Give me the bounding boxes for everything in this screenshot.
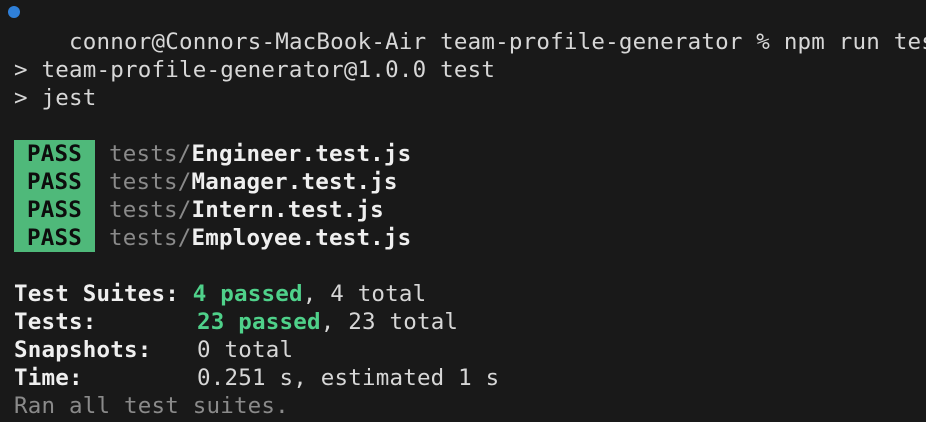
test-file: Manager.test.js bbox=[191, 169, 398, 195]
summary-suites-line: Test Suites: 4 passed, 4 total bbox=[14, 280, 426, 308]
pass-badge: PASS bbox=[14, 196, 95, 224]
test-dir: tests/ bbox=[109, 169, 192, 195]
test-file: Intern.test.js bbox=[191, 197, 384, 223]
summary-snapshots-line: Snapshots: 0 total bbox=[14, 336, 293, 364]
test-file: Employee.test.js bbox=[191, 225, 412, 251]
summary-footer: Ran all test suites. bbox=[14, 393, 289, 419]
time-value: 0.251 s, estimated 1 s bbox=[197, 365, 500, 391]
test-result-row: PASS tests/Intern.test.js bbox=[14, 196, 384, 224]
test-result-row: PASS tests/Employee.test.js bbox=[14, 224, 411, 252]
test-file: Engineer.test.js bbox=[191, 141, 412, 167]
prompt-status-dot bbox=[8, 6, 20, 18]
test-result-row: PASS tests/Manager.test.js bbox=[14, 168, 398, 196]
tests-total: , 23 total bbox=[320, 309, 459, 335]
suites-total: , 4 total bbox=[302, 281, 427, 307]
command-prompt-line: connor@Connors-MacBook-Air team-profile-… bbox=[8, 0, 926, 55]
prompt-context: connor@Connors-MacBook-Air team-profile-… bbox=[69, 29, 771, 55]
test-dir: tests/ bbox=[109, 141, 192, 167]
pass-badge: PASS bbox=[14, 140, 95, 168]
script-line-jest: > jest bbox=[14, 85, 97, 111]
pass-badge: PASS bbox=[14, 224, 95, 252]
summary-time-line: Time: 0.251 s, estimated 1 s bbox=[14, 364, 499, 392]
pass-badge: PASS bbox=[14, 168, 95, 196]
snapshots-value: 0 total bbox=[197, 337, 294, 363]
tests-label: Tests: bbox=[14, 309, 97, 335]
terminal-window[interactable]: connor@Connors-MacBook-Air team-profile-… bbox=[0, 0, 926, 422]
time-label: Time: bbox=[14, 365, 83, 391]
test-result-row: PASS tests/Engineer.test.js bbox=[14, 140, 411, 168]
command-text: npm run test bbox=[783, 29, 926, 55]
summary-tests-line: Tests: 23 passed, 23 total bbox=[14, 308, 458, 336]
snapshots-label: Snapshots: bbox=[14, 337, 152, 363]
test-dir: tests/ bbox=[109, 197, 192, 223]
tests-passed: 23 passed bbox=[197, 309, 321, 335]
suites-label: Test Suites: bbox=[14, 281, 179, 307]
script-line-name: > team-profile-generator@1.0.0 test bbox=[14, 57, 496, 83]
suites-passed: 4 passed bbox=[192, 281, 303, 307]
test-dir: tests/ bbox=[109, 225, 192, 251]
